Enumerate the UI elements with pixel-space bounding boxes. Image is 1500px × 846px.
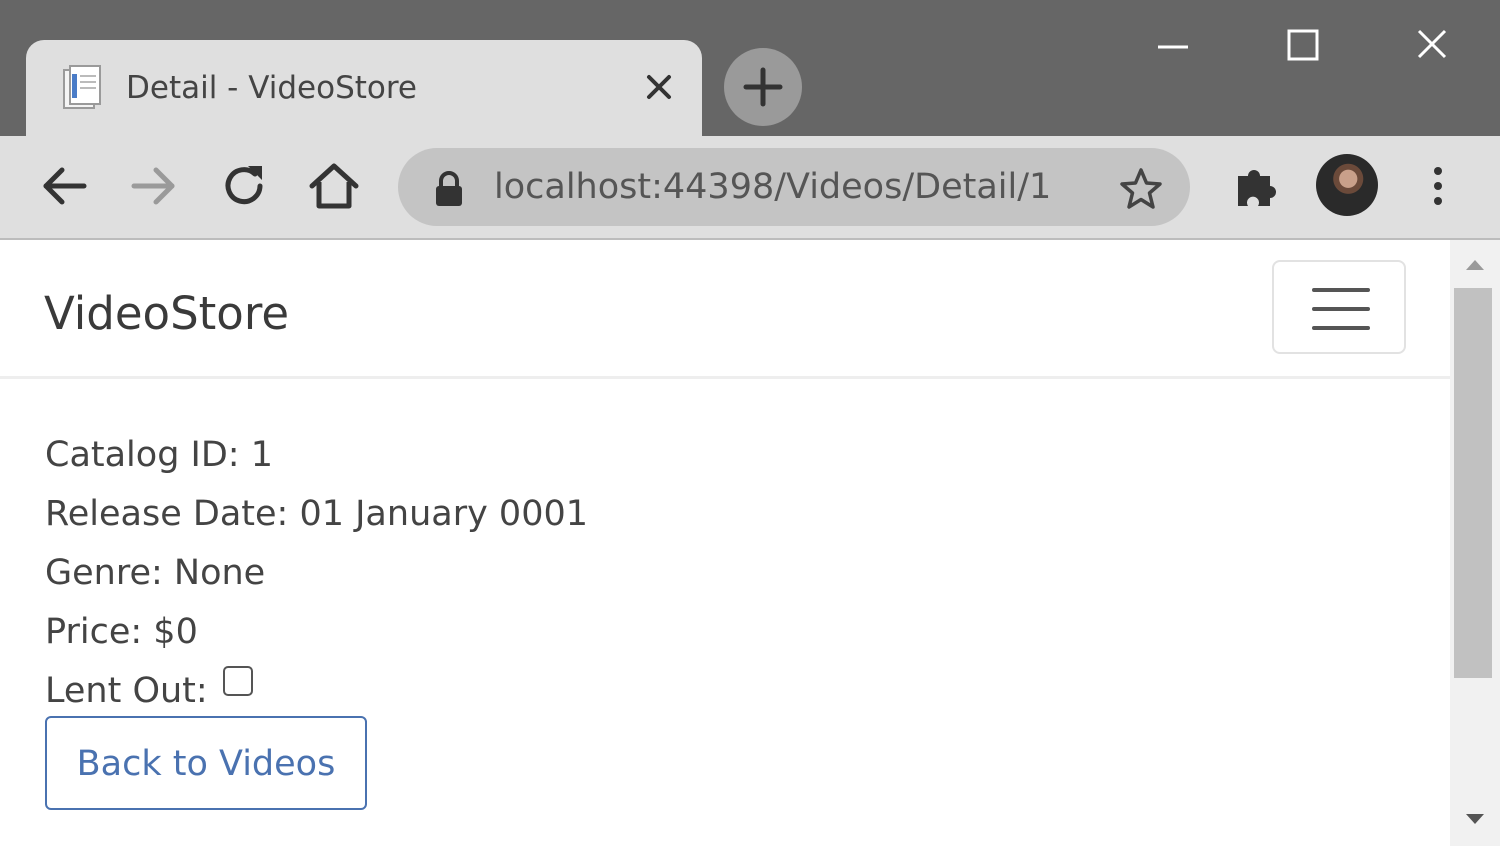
close-icon[interactable] <box>638 66 680 108</box>
lent-out-row: Lent Out: <box>45 662 588 721</box>
browser-toolbar: localhost:44398/Videos/Detail/1 <box>0 136 1500 240</box>
genre: Genre: None <box>45 553 266 593</box>
star-icon[interactable] <box>1118 166 1164 212</box>
page-icon <box>60 64 104 112</box>
reload-icon[interactable] <box>218 160 270 212</box>
plus-icon <box>743 67 783 107</box>
navbar-toggle-button[interactable] <box>1272 260 1406 354</box>
catalog-id: Catalog ID: 1 <box>45 435 273 475</box>
tab-title: Detail - VideoStore <box>126 70 418 106</box>
lock-icon[interactable] <box>432 170 466 208</box>
scrollbar-thumb[interactable] <box>1454 288 1492 678</box>
back-to-videos-button[interactable]: Back to Videos <box>45 716 367 810</box>
scroll-down-arrow-icon[interactable] <box>1460 806 1490 830</box>
lent-out-label: Lent Out: <box>45 671 208 711</box>
navbar-brand[interactable]: VideoStore <box>44 284 289 344</box>
maximize-icon[interactable] <box>1278 22 1328 72</box>
price: Price: $0 <box>45 612 198 652</box>
minimize-icon[interactable] <box>1148 22 1198 72</box>
browser-tab[interactable]: Detail - VideoStore <box>26 40 702 136</box>
puzzle-icon[interactable] <box>1230 160 1282 212</box>
scroll-up-arrow-icon[interactable] <box>1460 254 1490 278</box>
arrow-left-icon[interactable] <box>38 160 90 212</box>
url-text[interactable]: localhost:44398/Videos/Detail/1 <box>494 164 1051 210</box>
home-icon[interactable] <box>308 160 360 212</box>
new-tab-button[interactable] <box>724 48 802 126</box>
kebab-menu-icon[interactable] <box>1412 160 1464 212</box>
navbar-divider <box>0 376 1450 379</box>
web-page: VideoStore Catalog ID: 1 Release Date: 0… <box>0 240 1450 846</box>
browser-title-bar: Detail - VideoStore <box>0 0 1500 136</box>
window-close-icon[interactable] <box>1408 22 1458 72</box>
release-date: Release Date: 01 January 0001 <box>45 494 588 534</box>
video-details: Catalog ID: 1 Release Date: 01 January 0… <box>45 426 588 810</box>
arrow-right-icon[interactable] <box>128 160 180 212</box>
lent-out-checkbox[interactable] <box>222 666 253 696</box>
address-bar[interactable]: localhost:44398/Videos/Detail/1 <box>398 148 1190 226</box>
avatar[interactable] <box>1316 154 1378 216</box>
